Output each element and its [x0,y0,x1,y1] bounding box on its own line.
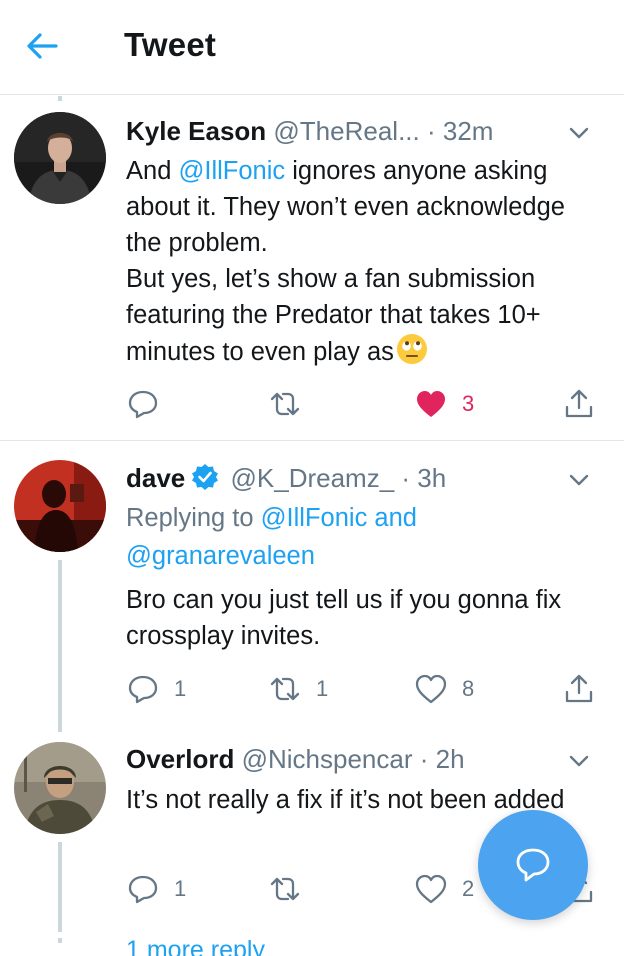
reply-count: 1 [174,876,187,901]
handle[interactable]: @TheReal... [273,116,419,146]
share-icon [565,389,593,418]
retweet-icon [270,877,300,901]
avatar[interactable] [14,742,106,834]
reply-icon [128,390,158,419]
top-bar: Tweet [0,0,624,95]
like-button[interactable]: 8 [414,671,474,707]
display-name[interactable]: Overlord [126,744,234,774]
reply-button[interactable]: 1 [126,671,186,707]
reply-button[interactable]: 1 [126,871,186,907]
avatar[interactable] [14,112,106,204]
thread-dot [58,96,62,101]
thread-line [58,842,62,932]
timestamp[interactable]: 2h [436,744,465,774]
compose-reply-button[interactable] [478,810,588,920]
mention-link[interactable]: @IllFonic [178,157,285,185]
like-button[interactable]: 3 [414,386,474,422]
timestamp[interactable]: 3h [417,463,446,493]
back-arrow-icon[interactable] [22,28,62,64]
reply-icon [128,875,158,904]
replying-to-mentions[interactable]: @IllFonic and [261,504,417,532]
retweet-button[interactable] [268,871,302,907]
retweet-button[interactable]: 1 [268,671,328,707]
like-count: 2 [462,876,475,901]
thread-dot [58,938,62,943]
heart-icon [415,674,447,704]
like-count: 3 [462,391,475,416]
share-button[interactable] [562,386,596,422]
chevron-down-icon[interactable] [566,467,592,493]
reply-button[interactable] [126,386,160,422]
like-button[interactable]: 2 [414,871,474,907]
divider [0,440,624,441]
retweet-count: 1 [316,676,329,701]
like-count: 8 [462,676,475,701]
handle[interactable]: @Nichspencar [242,744,413,774]
verified-badge-icon [191,463,219,491]
chevron-down-icon[interactable] [566,120,592,146]
tweet-text: It’s not really a fix if it’s not been a… [126,786,565,814]
share-icon [565,674,593,703]
handle[interactable]: @K_Dreamz_ [231,463,395,493]
reply-icon [128,675,158,704]
retweet-icon [270,392,300,416]
retweet-icon [270,677,300,701]
compose-reply-icon [516,848,550,882]
tweet-actions: 1 1 8 [126,671,606,707]
tweet-actions: 3 [126,386,606,422]
timestamp[interactable]: 32m [443,116,494,146]
more-replies-link[interactable]: 1 more reply [126,936,265,956]
heart-icon [417,391,445,417]
display-name[interactable]: dave [126,463,185,493]
share-button[interactable] [562,671,596,707]
tweet-text: And @IllFonic ignores anyone asking abou… [126,157,565,366]
face-with-rolling-eyes-emoji [396,333,428,365]
chevron-down-icon[interactable] [566,748,592,774]
tweet-text: Bro can you just tell us if you gonna fi… [126,586,562,650]
thread-line [58,560,62,732]
retweet-button[interactable] [268,386,302,422]
display-name[interactable]: Kyle Eason [126,116,266,146]
avatar[interactable] [14,460,106,552]
replying-to: Replying to @IllFonic and @granarevaleen [126,504,417,570]
replying-to-mention[interactable]: @granarevaleen [126,542,315,570]
heart-icon [415,874,447,904]
reply-count: 1 [174,676,187,701]
page-title: Tweet [124,26,217,63]
